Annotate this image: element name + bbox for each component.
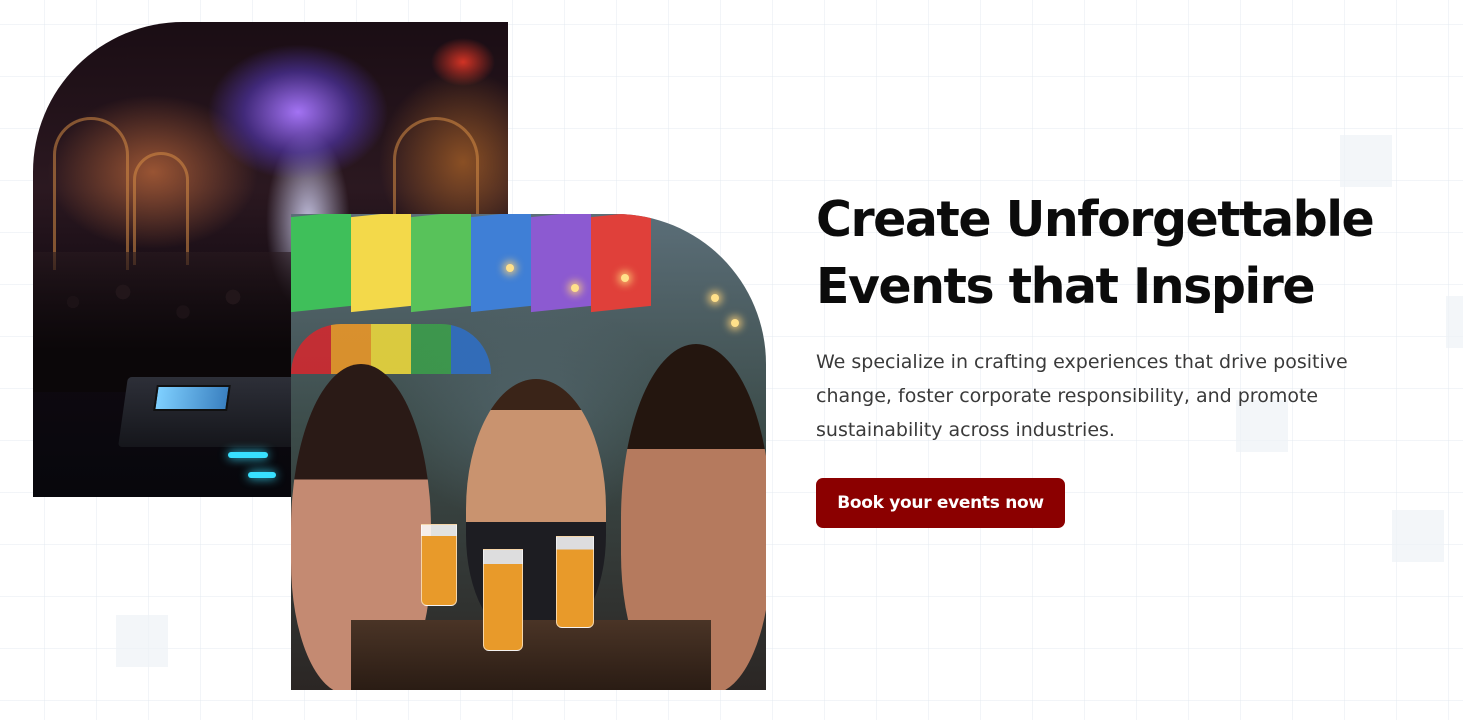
- rainbow-flag-stripe: [531, 214, 591, 313]
- string-light: [621, 274, 629, 282]
- rainbow-flag-stripe: [471, 214, 531, 313]
- hero-title: Create Unforgettable Events that Inspire: [816, 186, 1456, 320]
- beer-glass: [483, 549, 523, 651]
- wooden-table: [351, 620, 711, 690]
- rainbow-flag-stripe: [291, 214, 351, 313]
- hero-description: We specialize in crafting experiences th…: [816, 351, 1348, 441]
- background-grid-cell: [1340, 135, 1392, 187]
- stage-light: [248, 472, 276, 478]
- string-light: [731, 319, 739, 327]
- beer-glass: [421, 524, 457, 606]
- hero-title-line1: Create Unforgettable: [816, 191, 1375, 248]
- book-events-button[interactable]: Book your events now: [816, 478, 1065, 528]
- dj-screen: [153, 385, 231, 411]
- string-light: [711, 294, 719, 302]
- hero-title-line2: Events that Inspire: [816, 258, 1316, 315]
- rainbow-flag-stripe: [411, 214, 471, 313]
- rainbow-flag-stripe: [351, 214, 411, 313]
- string-light: [506, 264, 514, 272]
- umbrella: [291, 324, 491, 374]
- festival-photo: [291, 214, 766, 690]
- string-light: [571, 284, 579, 292]
- beer-glass: [556, 536, 594, 628]
- hall-arch: [53, 117, 129, 270]
- background-grid-cell: [116, 615, 168, 667]
- stage-light: [228, 452, 268, 458]
- rainbow-flag-stripe: [591, 214, 651, 313]
- hall-arch: [133, 152, 189, 265]
- background-grid-cell: [1392, 510, 1444, 562]
- dj-console: [118, 377, 318, 447]
